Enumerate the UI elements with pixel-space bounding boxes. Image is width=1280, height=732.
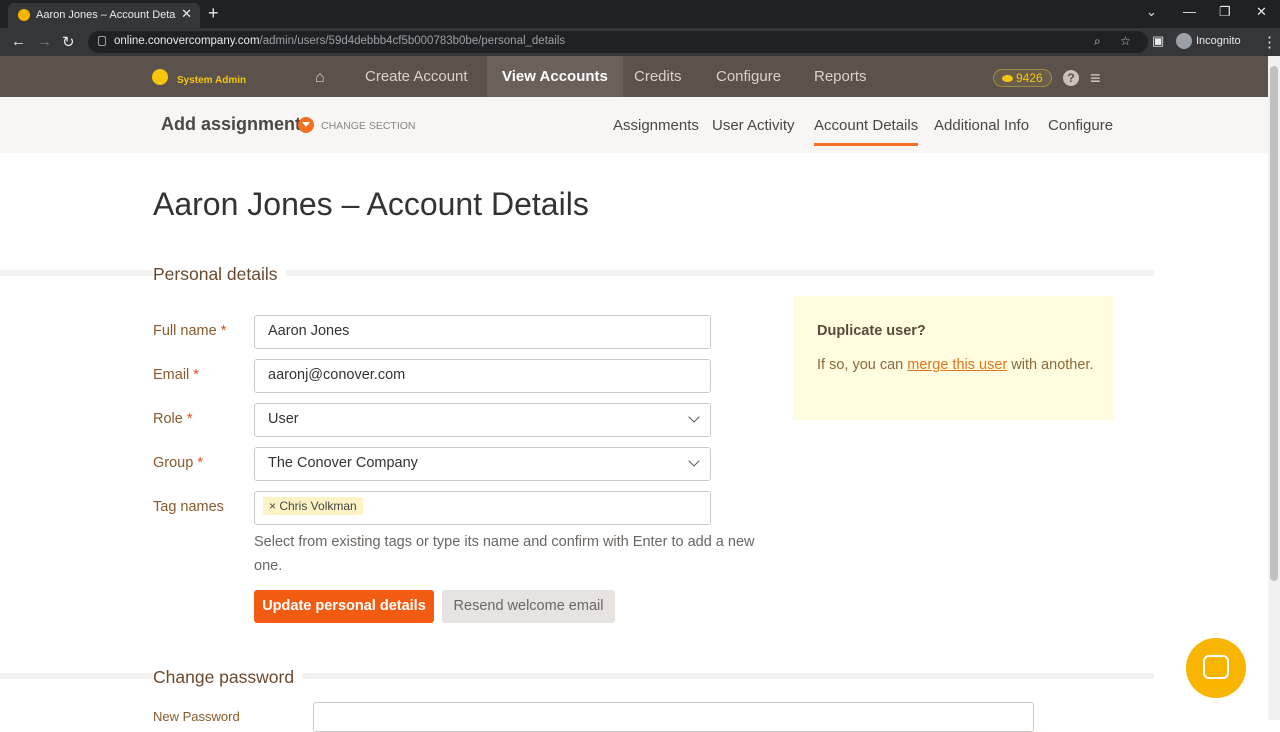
minimize-icon[interactable]: — — [1183, 4, 1196, 19]
change-section-icon[interactable] — [298, 117, 314, 133]
nav-view-accounts[interactable]: View Accounts — [487, 56, 623, 97]
chat-bubble-icon — [1203, 655, 1229, 679]
duplicate-user-text: If so, you can merge this user with anot… — [817, 353, 1097, 377]
bookmark-star-icon[interactable]: ☆ — [1120, 34, 1131, 48]
duplicate-text-before: If so, you can — [817, 357, 908, 373]
nav-credits[interactable]: Credits — [619, 56, 697, 97]
hamburger-menu-icon[interactable]: ≡ — [1090, 68, 1101, 89]
browser-menu-icon[interactable]: ⋮ — [1262, 33, 1277, 51]
role-value: User — [268, 411, 299, 427]
app-navbar: System Admin ⌂ Create Account View Accou… — [0, 56, 1268, 97]
required-mark: * — [220, 323, 227, 339]
logo-text: System Admin — [177, 75, 247, 86]
help-icon[interactable]: ? — [1063, 70, 1079, 86]
full-name-value: Aaron Jones — [268, 323, 350, 339]
scrollbar-thumb[interactable] — [1270, 66, 1278, 581]
personal-details-heading: Personal details — [153, 264, 286, 285]
role-label-text: Role — [153, 411, 183, 427]
email-field[interactable]: aaronj@conover.com — [254, 359, 711, 393]
lightbulb-icon — [152, 69, 168, 85]
site-favicon-icon — [18, 9, 30, 21]
tag-help-text: Select from existing tags or type its na… — [254, 534, 755, 574]
duplicate-user-title: Duplicate user? — [817, 323, 926, 339]
reload-icon[interactable]: ↻ — [62, 33, 75, 51]
page-title: Aaron Jones – Account Details — [153, 186, 589, 222]
nav-reports[interactable]: Reports — [799, 56, 882, 97]
home-icon[interactable]: ⌂ — [315, 69, 325, 87]
group-label: Group * — [153, 455, 203, 471]
required-mark: * — [193, 367, 199, 383]
role-select[interactable]: User — [254, 403, 711, 437]
close-tab-icon[interactable]: ✕ — [181, 6, 192, 22]
lock-icon — [98, 36, 106, 46]
restore-icon[interactable]: ❐ — [1219, 4, 1231, 20]
incognito-label: Incognito — [1196, 34, 1241, 47]
required-mark: * — [186, 411, 193, 427]
coin-icon — [1002, 75, 1013, 82]
tab-search-icon[interactable]: ⌄ — [1146, 4, 1157, 20]
url-field[interactable]: online.conovercompany.com/admin/users/59… — [88, 31, 1148, 53]
change-password-heading: Change password — [153, 667, 303, 688]
url-path: /admin/users/59d4debbb4cf5b000783b0be/pe… — [259, 35, 566, 47]
logo[interactable] — [152, 69, 168, 87]
browser-tab[interactable]: Aaron Jones – Account Details | C ✕ — [8, 3, 200, 28]
tag-names-field[interactable]: × Chris Volkman — [254, 491, 711, 525]
tab-account-details[interactable]: Account Details — [814, 117, 919, 146]
resend-welcome-email-button[interactable]: Resend welcome email — [442, 590, 615, 623]
tab-configure[interactable]: Configure — [1048, 117, 1113, 143]
chat-widget-button[interactable] — [1186, 638, 1246, 698]
close-window-icon[interactable]: ✕ — [1256, 4, 1267, 20]
new-tab-icon[interactable]: + — [208, 3, 219, 24]
new-password-field[interactable] — [313, 702, 1034, 732]
group-value: The Conover Company — [268, 455, 418, 471]
browser-tab-bar: Aaron Jones – Account Details | C ✕ + ⌄ … — [0, 0, 1280, 28]
tab-user-activity[interactable]: User Activity — [712, 117, 795, 143]
change-section-link[interactable]: CHANGE SECTION — [321, 120, 416, 132]
url-host: online.conovercompany.com — [114, 35, 260, 47]
full-name-field[interactable]: Aaron Jones — [254, 315, 711, 349]
back-icon[interactable]: ← — [11, 33, 26, 50]
section-subheader: Add assignment CHANGE SECTION Assignment… — [0, 97, 1268, 153]
credits-count: 9426 — [1016, 71, 1043, 85]
email-value: aaronj@conover.com — [268, 367, 406, 383]
tab-title: Aaron Jones – Account Details | C — [36, 9, 176, 21]
chevron-down-icon — [688, 455, 700, 467]
credits-badge[interactable]: 9426 — [993, 69, 1052, 87]
nav-configure[interactable]: Configure — [701, 56, 796, 97]
page-scrollbar[interactable] — [1268, 56, 1280, 720]
browser-address-bar: ← → ↻ online.conovercompany.com/admin/us… — [0, 28, 1280, 56]
incognito-profile[interactable]: Incognito — [1176, 33, 1241, 49]
role-label: Role * — [153, 411, 193, 427]
group-label-text: Group — [153, 455, 194, 471]
email-label-text: Email — [153, 367, 190, 383]
update-personal-details-button[interactable]: Update personal details — [254, 590, 434, 623]
new-password-label: New Password — [153, 709, 240, 724]
side-panel-icon[interactable]: ▣ — [1152, 33, 1164, 49]
merge-user-link[interactable]: merge this user — [907, 357, 1007, 373]
section-title: Add assignment — [161, 114, 302, 134]
forward-icon[interactable]: → — [37, 33, 52, 50]
duplicate-text-after: with another. — [1007, 357, 1094, 373]
full-name-label: Full name * — [153, 323, 226, 339]
email-label: Email * — [153, 367, 199, 383]
zoom-icon[interactable]: ⌕ — [1094, 34, 1101, 49]
duplicate-user-panel: Duplicate user? If so, you can merge thi… — [793, 296, 1114, 420]
tag-chip[interactable]: × Chris Volkman — [263, 497, 363, 515]
required-mark: * — [197, 455, 203, 471]
url-text: online.conovercompany.com/admin/users/59… — [114, 35, 565, 47]
full-name-label-text: Full name — [153, 323, 217, 339]
tag-names-label: Tag names — [153, 499, 224, 515]
incognito-icon — [1176, 33, 1192, 49]
tab-assignments[interactable]: Assignments — [613, 117, 699, 143]
tab-additional-info[interactable]: Additional Info — [934, 117, 1029, 143]
group-select[interactable]: The Conover Company — [254, 447, 711, 481]
chevron-down-icon — [688, 411, 700, 423]
nav-create-account[interactable]: Create Account — [350, 56, 483, 97]
